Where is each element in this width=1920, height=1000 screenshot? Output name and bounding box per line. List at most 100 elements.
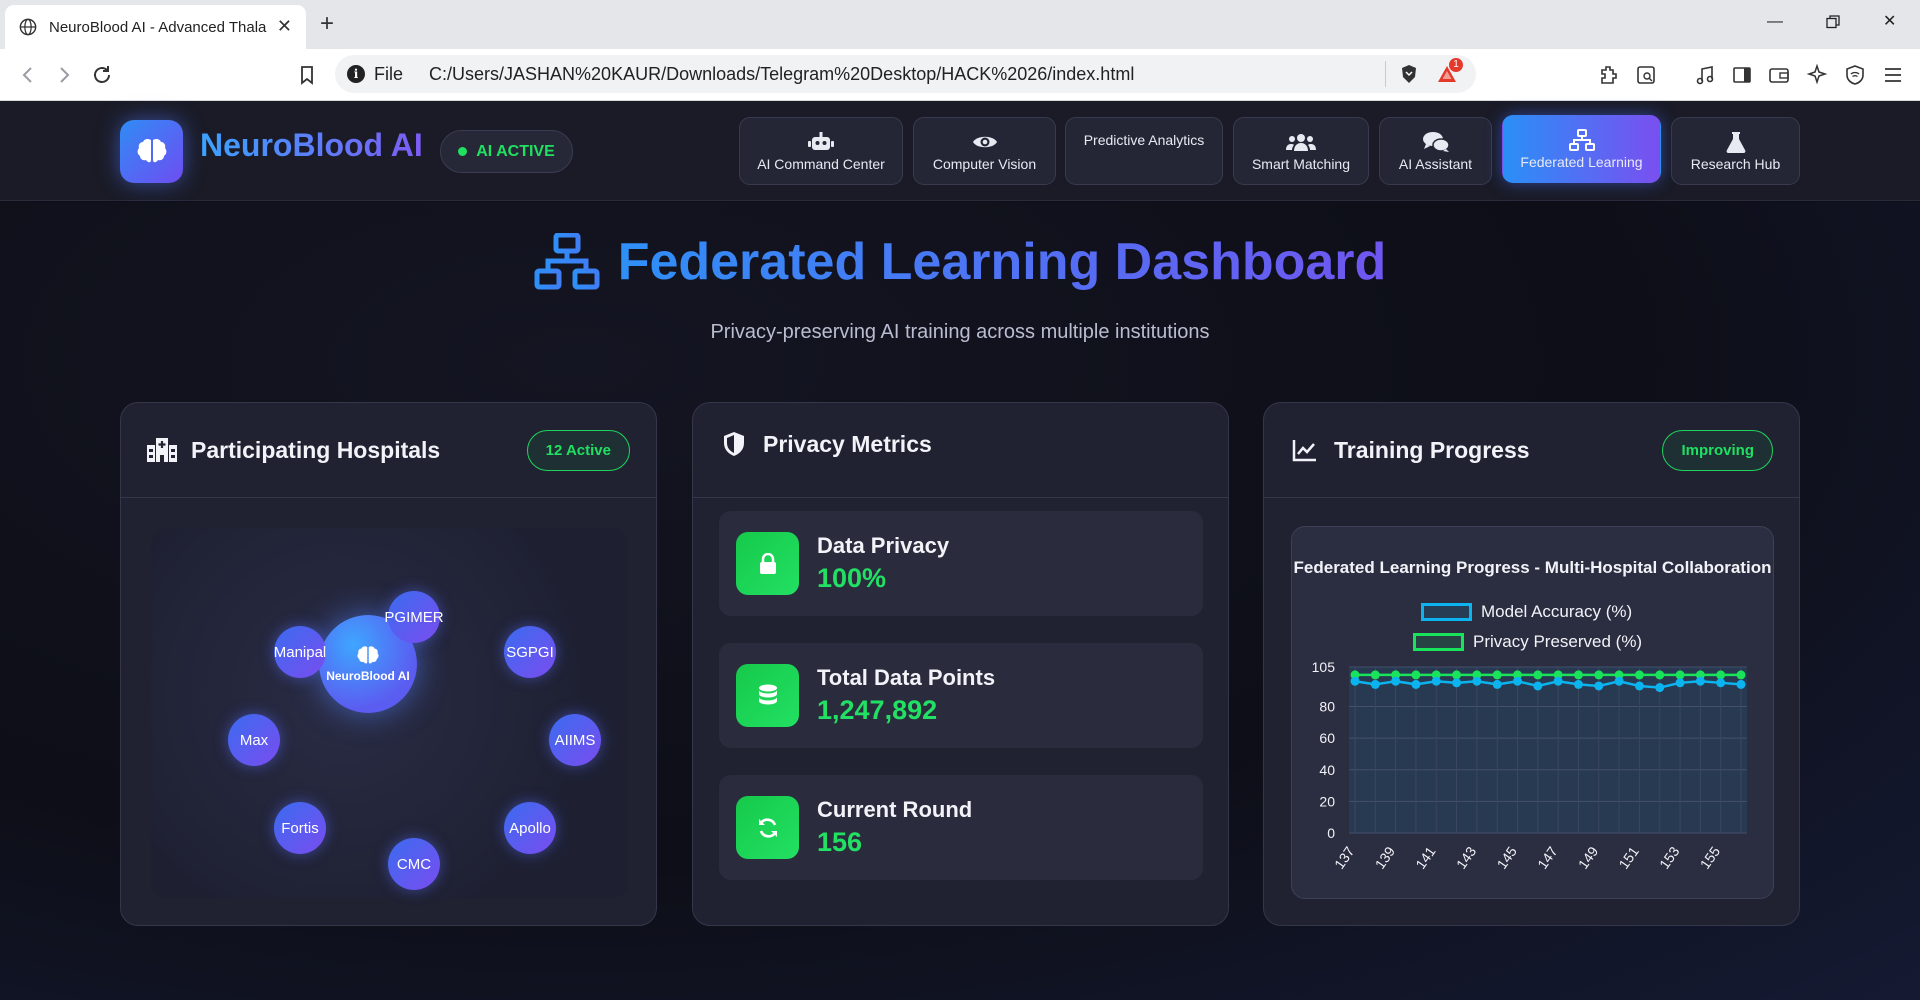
nav-predictive-analytics[interactable]: Predictive Analytics: [1065, 117, 1223, 185]
lock-icon: [736, 532, 799, 595]
ai-status-badge: AI ACTIVE: [440, 130, 573, 173]
privacy-title: Privacy Metrics: [763, 430, 932, 457]
accuracy-point: [1492, 679, 1502, 689]
new-tab-button[interactable]: +: [320, 10, 334, 38]
hospitals-title: Participating Hospitals: [191, 436, 441, 463]
accuracy-point: [1695, 676, 1705, 686]
x-tick-label: 155: [1697, 843, 1724, 871]
tab-title: NeuroBlood AI - Advanced Thala: [49, 18, 267, 36]
x-tick-label: 151: [1615, 843, 1642, 871]
accuracy-point: [1634, 681, 1644, 691]
wallet-icon[interactable]: [1767, 63, 1791, 87]
ai-sparkle-icon[interactable]: [1805, 63, 1829, 87]
accuracy-point: [1614, 676, 1624, 686]
nav-research-hub[interactable]: Research Hub: [1671, 117, 1800, 185]
chat-icon: [1422, 131, 1450, 153]
x-tick-label: 141: [1412, 843, 1439, 871]
sync-icon: [736, 796, 799, 859]
privacy-point: [1370, 670, 1380, 680]
browser-tab-strip: NeuroBlood AI - Advanced Thala ✕ + — ✕: [0, 0, 1920, 49]
flask-icon: [1726, 131, 1746, 153]
address-bar[interactable]: i File C:/Users/JASHAN%20KAUR/Downloads/…: [335, 55, 1476, 93]
browser-toolbar: i File C:/Users/JASHAN%20KAUR/Downloads/…: [0, 49, 1920, 101]
bookmark-icon[interactable]: [295, 63, 319, 87]
x-tick-label: 137: [1331, 843, 1358, 871]
nav-label: Predictive Analytics: [1083, 132, 1205, 148]
nav-label: AI Assistant: [1398, 155, 1473, 172]
hospital-node-pgimer[interactable]: PGIMER: [384, 591, 444, 643]
network-icon: [534, 233, 600, 290]
metric-value: 100%: [817, 563, 887, 593]
sidebar-icon[interactable]: [1730, 63, 1754, 87]
metric-total-data-points: Total Data Points 1,247,892: [719, 643, 1203, 748]
accuracy-point: [1655, 683, 1665, 693]
app-header: NeuroBlood AI AI ACTIVE AI Command Cente…: [0, 101, 1920, 201]
reload-icon[interactable]: [90, 63, 114, 87]
robot-icon: [808, 131, 834, 153]
url-scheme: File: [374, 63, 404, 84]
hospital-node-aiims[interactable]: AIIMS: [549, 714, 601, 766]
privacy-point: [1594, 670, 1604, 680]
nav-label: Computer Vision: [932, 155, 1037, 172]
hospital-node-cmc[interactable]: CMC: [388, 838, 440, 890]
hospital-node-max[interactable]: Max: [228, 714, 280, 766]
page-subtitle: Privacy-preserving AI training across mu…: [710, 321, 1210, 343]
brain-icon: [137, 138, 166, 162]
y-tick-label: 40: [1319, 762, 1335, 778]
brain-icon: [357, 646, 379, 664]
hospitals-card: Participating Hospitals 12 Active NeuroB…: [120, 402, 657, 926]
nav-ai-assistant[interactable]: AI Assistant: [1379, 117, 1492, 185]
x-tick-label: 145: [1493, 843, 1520, 871]
hospital-node-apollo[interactable]: Apollo: [504, 802, 556, 854]
extensions-icon[interactable]: [1597, 63, 1621, 87]
hospitals-card-header: Participating Hospitals 12 Active: [121, 403, 656, 498]
training-chart: Federated Learning Progress - Multi-Hosp…: [1291, 526, 1774, 899]
y-tick-label: 0: [1327, 825, 1335, 841]
network-icon: [1568, 128, 1595, 151]
restore-icon[interactable]: [1826, 15, 1840, 29]
x-tick-label: 139: [1372, 843, 1399, 871]
brave-shield-icon[interactable]: [1398, 63, 1420, 85]
y-tick-label: 60: [1319, 730, 1335, 746]
privacy-point: [1533, 670, 1543, 680]
nav-label: Federated Learning: [1520, 153, 1643, 170]
nav-ai-command-center[interactable]: AI Command Center: [739, 117, 903, 185]
accuracy-point: [1472, 676, 1482, 686]
accuracy-point: [1675, 678, 1685, 688]
vpn-icon[interactable]: [1843, 63, 1867, 87]
info-icon[interactable]: i: [347, 65, 365, 83]
metric-label: Total Data Points: [817, 665, 996, 690]
menu-icon[interactable]: [1881, 63, 1905, 87]
privacy-point: [1573, 670, 1583, 680]
status-dot: [458, 147, 468, 156]
close-window-icon[interactable]: ✕: [1883, 12, 1896, 32]
nav-federated-learning[interactable]: Federated Learning: [1502, 115, 1661, 183]
back-icon[interactable]: [16, 63, 40, 87]
accuracy-point: [1716, 678, 1726, 688]
active-count-badge: 12 Active: [526, 430, 630, 471]
music-icon[interactable]: [1693, 63, 1717, 87]
accuracy-point: [1370, 679, 1380, 689]
training-title: Training Progress: [1334, 436, 1530, 463]
page-title: Federated Learning Dashboard: [617, 233, 1387, 291]
brain-logo-icon[interactable]: [120, 120, 183, 183]
url-text[interactable]: C:/Users/JASHAN%20KAUR/Downloads/Telegra…: [429, 64, 1134, 85]
hospital-node-fortis[interactable]: Fortis: [274, 802, 326, 854]
hospital-node-sgpgi[interactable]: SGPGI: [504, 626, 556, 678]
forward-icon[interactable]: [52, 63, 76, 87]
x-tick-label: 143: [1453, 843, 1480, 871]
accuracy-point: [1573, 679, 1583, 689]
nav-smart-matching[interactable]: Smart Matching: [1233, 117, 1369, 185]
nav-computer-vision[interactable]: Computer Vision: [913, 117, 1056, 185]
x-tick-label: 153: [1656, 843, 1683, 871]
hospital-node-manipal[interactable]: Manipal: [274, 626, 326, 678]
privacy-point: [1675, 670, 1685, 680]
accuracy-point: [1431, 676, 1441, 686]
x-tick-label: 149: [1575, 843, 1602, 871]
minimize-icon[interactable]: —: [1767, 12, 1783, 32]
x-tick-label: 147: [1534, 843, 1561, 871]
reader-icon[interactable]: [1634, 63, 1658, 87]
close-tab-icon[interactable]: ✕: [277, 17, 292, 35]
metric-data-privacy: Data Privacy 100%: [719, 511, 1203, 616]
browser-tab[interactable]: NeuroBlood AI - Advanced Thala ✕: [5, 5, 306, 49]
